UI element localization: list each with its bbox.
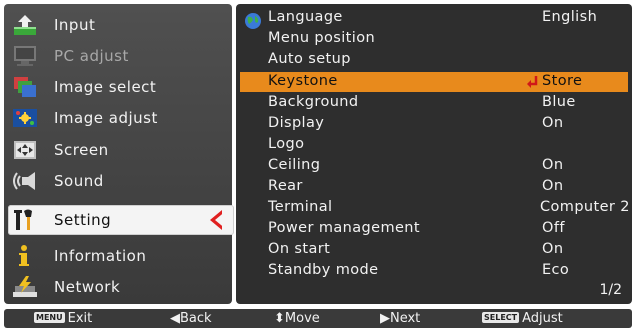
image-adjust-icon: [13, 109, 37, 127]
setting-label: Logo: [268, 136, 305, 152]
menu-item-screen[interactable]: Screen: [4, 135, 230, 165]
globe-icon: [245, 13, 261, 29]
setting-label: Background: [268, 94, 359, 110]
projector-menu-screen: Input PC adjust Image select Image adjus…: [0, 0, 636, 330]
network-icon: [13, 276, 37, 297]
setting-value: Eco: [542, 262, 570, 278]
menu-item-information[interactable]: Information: [4, 241, 230, 271]
button-guide-bar: MENU Exit ◀Back ⬍Move ▶Next SELECT Adjust: [4, 309, 632, 328]
setting-value: English: [542, 9, 598, 25]
setting-label: Auto setup: [268, 51, 351, 67]
adjust-label: Adjust: [522, 311, 563, 326]
menu-item-image-select[interactable]: Image select: [4, 72, 230, 102]
setting-value: On: [542, 115, 564, 131]
setting-label: On start: [268, 241, 331, 257]
next-hint: ▶Next: [380, 311, 421, 326]
setting-label: Rear: [268, 178, 303, 194]
move-hint: ⬍Move: [274, 311, 320, 326]
setting-label: Display: [268, 115, 325, 131]
select-key-icon: SELECT: [482, 312, 520, 323]
menu-key-icon: MENU: [34, 312, 65, 323]
sound-icon: [13, 172, 35, 190]
menu-label: Image adjust: [54, 109, 158, 127]
setting-label: Power management: [268, 220, 420, 236]
screen-icon: [14, 141, 36, 159]
exit-hint: MENU Exit: [34, 311, 92, 326]
setting-row-on-start[interactable]: On start On: [236, 240, 632, 260]
menu-label: PC adjust: [54, 47, 129, 65]
setting-row-logo[interactable]: Logo: [236, 135, 632, 155]
menu-label: Screen: [54, 141, 109, 159]
setting-row-language[interactable]: Language English: [236, 8, 632, 29]
setting-row-terminal[interactable]: Terminal Computer 2: [236, 198, 632, 218]
menu-item-sound[interactable]: Sound: [4, 166, 230, 196]
menu-item-setting[interactable]: Setting: [8, 205, 234, 235]
setting-label: Keystone: [268, 73, 338, 89]
enter-arrow-icon: [527, 76, 538, 88]
setting-row-keystone[interactable]: Keystone Store: [240, 72, 628, 92]
setting-icon: [14, 209, 32, 230]
input-icon: [14, 15, 36, 35]
exit-label: Exit: [67, 311, 93, 326]
menu-label: Network: [54, 278, 121, 296]
menu-label: Input: [54, 16, 96, 34]
selected-arrow-icon: [210, 210, 227, 230]
page-indicator: 1/2: [599, 282, 622, 298]
setting-label: Ceiling: [268, 157, 321, 173]
setting-row-display[interactable]: Display On: [236, 114, 632, 134]
information-icon: [19, 245, 29, 266]
setting-label: Terminal: [268, 199, 333, 215]
image-select-icon: [14, 77, 36, 97]
setting-value: Store: [542, 73, 583, 89]
setting-submenu: Language English Menu position Auto setu…: [236, 4, 632, 304]
setting-label: Menu position: [268, 30, 376, 46]
setting-value: On: [542, 178, 564, 194]
setting-row-standby-mode[interactable]: Standby mode Eco: [236, 261, 632, 281]
setting-row-menu-position[interactable]: Menu position: [236, 29, 632, 49]
menu-label: Information: [54, 247, 147, 265]
menu-item-pc-adjust[interactable]: PC adjust: [4, 41, 230, 71]
setting-row-auto-setup[interactable]: Auto setup: [236, 50, 632, 70]
setting-value: On: [542, 157, 564, 173]
menu-label: Setting: [54, 211, 112, 229]
setting-label: Standby mode: [268, 262, 379, 278]
setting-row-power-management[interactable]: Power management Off: [236, 219, 632, 239]
setting-value: Blue: [542, 94, 576, 110]
menu-item-network[interactable]: Network: [4, 272, 230, 302]
menu-item-image-adjust[interactable]: Image adjust: [4, 103, 230, 133]
setting-label: Language: [268, 9, 343, 25]
setting-row-ceiling[interactable]: Ceiling On: [236, 156, 632, 176]
adjust-hint: SELECT Adjust: [482, 311, 563, 326]
setting-row-background[interactable]: Background Blue: [236, 93, 632, 113]
menu-item-input[interactable]: Input: [4, 10, 230, 40]
setting-value: On: [542, 241, 564, 257]
setting-row-rear[interactable]: Rear On: [236, 177, 632, 197]
setting-value: Off: [542, 220, 565, 236]
back-hint: ◀Back: [170, 311, 212, 326]
menu-label: Image select: [54, 78, 157, 96]
menu-label: Sound: [54, 172, 104, 190]
setting-value: Computer 2: [540, 199, 630, 215]
pc-adjust-icon: [14, 46, 36, 66]
main-menu: Input PC adjust Image select Image adjus…: [4, 4, 234, 304]
